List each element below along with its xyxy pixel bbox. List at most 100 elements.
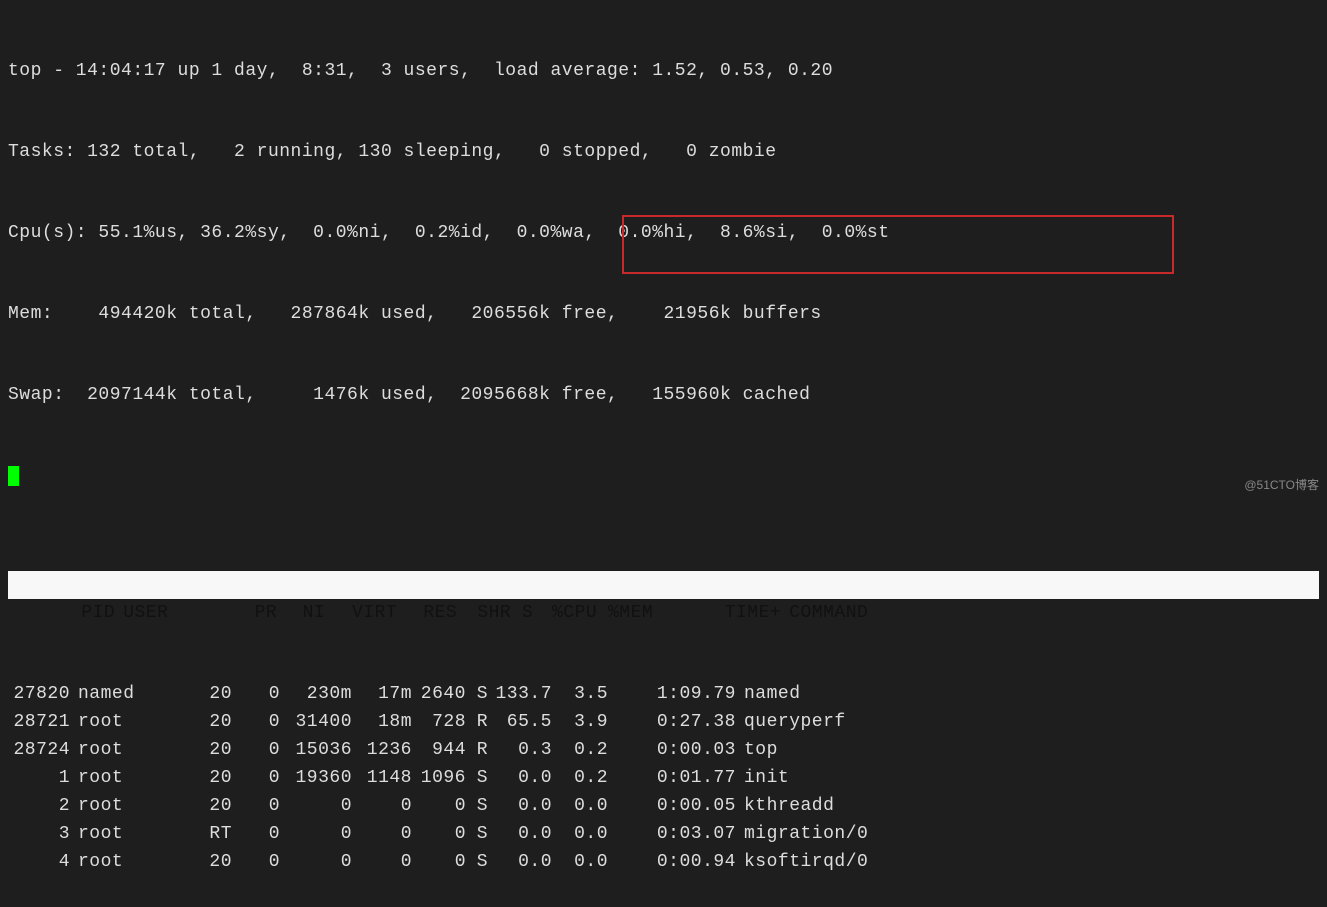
cell-shr: 944 (412, 736, 466, 764)
cell-virt: 0 (280, 848, 352, 876)
header-pr[interactable]: PR (235, 599, 277, 627)
summary-line-tasks: Tasks: 132 total, 2 running, 130 sleepin… (8, 139, 1319, 166)
cell-cmd: ksoftirqd/0 (736, 848, 868, 876)
cell-mem: 0.2 (552, 736, 608, 764)
cell-mem: 0.0 (552, 792, 608, 820)
cell-shr: 2640 (412, 680, 466, 708)
process-header-row[interactable]: PIDUSERPRNIVIRTRESSHRS%CPU%MEMTIME+COMMA… (8, 571, 1319, 599)
cell-res: 0 (352, 820, 412, 848)
cell-cpu: 0.3 (488, 736, 552, 764)
cell-s: S (466, 680, 488, 708)
header-pid[interactable]: PID (53, 599, 115, 627)
cell-user: root (70, 764, 190, 792)
cell-pr: 20 (190, 848, 232, 876)
cell-cpu: 133.7 (488, 680, 552, 708)
cell-time: 1:09.79 (608, 680, 736, 708)
cell-virt: 19360 (280, 764, 352, 792)
cell-pid: 2 (8, 792, 70, 820)
cell-virt: 230m (280, 680, 352, 708)
cell-pr: RT (190, 820, 232, 848)
cell-res: 0 (352, 792, 412, 820)
cell-user: root (70, 792, 190, 820)
header-user[interactable]: USER (115, 599, 235, 627)
header-shr[interactable]: SHR (457, 599, 511, 627)
cell-pid: 28721 (8, 708, 70, 736)
header-command[interactable]: COMMAND (781, 599, 868, 627)
cell-res: 0 (352, 848, 412, 876)
cell-time: 0:00.03 (608, 736, 736, 764)
cell-res: 17m (352, 680, 412, 708)
header-s[interactable]: S (511, 599, 533, 627)
header-time[interactable]: TIME+ (653, 599, 781, 627)
cell-cmd: named (736, 680, 801, 708)
cell-time: 0:00.05 (608, 792, 736, 820)
summary-line-uptime: top - 14:04:17 up 1 day, 8:31, 3 users, … (8, 58, 1319, 85)
cell-s: S (466, 848, 488, 876)
cell-ni: 0 (232, 848, 280, 876)
table-row[interactable]: 27820named200230m17m2640S133.73.51:09.79… (8, 680, 1319, 708)
table-row[interactable]: 1root2001936011481096S0.00.20:01.77init (8, 764, 1319, 792)
cell-user: root (70, 736, 190, 764)
cell-ni: 0 (232, 736, 280, 764)
cell-user: named (70, 680, 190, 708)
table-row[interactable]: 28724root200150361236944R0.30.20:00.03to… (8, 736, 1319, 764)
cell-cpu: 65.5 (488, 708, 552, 736)
cell-ni: 0 (232, 764, 280, 792)
cell-pr: 20 (190, 708, 232, 736)
cell-user: root (70, 848, 190, 876)
cell-cpu: 0.0 (488, 764, 552, 792)
cell-cmd: top (736, 736, 778, 764)
cursor-line (8, 463, 1319, 490)
table-row[interactable]: 28721root2003140018m728R65.53.90:27.38qu… (8, 708, 1319, 736)
cell-res: 18m (352, 708, 412, 736)
cell-virt: 0 (280, 820, 352, 848)
table-row[interactable]: 4root200000S0.00.00:00.94ksoftirqd/0 (8, 848, 1319, 876)
cell-res: 1148 (352, 764, 412, 792)
cell-pid: 4 (8, 848, 70, 876)
cell-s: R (466, 708, 488, 736)
header-res[interactable]: RES (397, 599, 457, 627)
cell-cpu: 0.0 (488, 792, 552, 820)
table-row[interactable]: 2root200000S0.00.00:00.05kthreadd (8, 792, 1319, 820)
cell-pr: 20 (190, 764, 232, 792)
cell-pr: 20 (190, 680, 232, 708)
header-mem[interactable]: %MEM (597, 599, 653, 627)
cell-time: 0:03.07 (608, 820, 736, 848)
cell-ni: 0 (232, 792, 280, 820)
header-ni[interactable]: NI (277, 599, 325, 627)
header-cpu[interactable]: %CPU (533, 599, 597, 627)
cell-user: root (70, 820, 190, 848)
terminal[interactable]: top - 14:04:17 up 1 day, 8:31, 3 users, … (0, 0, 1327, 907)
cell-shr: 728 (412, 708, 466, 736)
summary-line-cpu: Cpu(s): 55.1%us, 36.2%sy, 0.0%ni, 0.2%id… (8, 220, 1319, 247)
summary-line-mem: Mem: 494420k total, 287864k used, 206556… (8, 301, 1319, 328)
cell-s: S (466, 764, 488, 792)
cell-shr: 1096 (412, 764, 466, 792)
watermark-text: @51CTO博客 (1244, 476, 1319, 494)
cell-pid: 27820 (8, 680, 70, 708)
cell-shr: 0 (412, 792, 466, 820)
cell-mem: 3.9 (552, 708, 608, 736)
cell-pr: 20 (190, 792, 232, 820)
cell-virt: 0 (280, 792, 352, 820)
cell-s: R (466, 736, 488, 764)
cell-cpu: 0.0 (488, 820, 552, 848)
cell-virt: 31400 (280, 708, 352, 736)
cell-s: S (466, 792, 488, 820)
table-row[interactable]: 3rootRT0000S0.00.00:03.07migration/0 (8, 820, 1319, 848)
summary-line-swap: Swap: 2097144k total, 1476k used, 209566… (8, 382, 1319, 409)
cell-ni: 0 (232, 708, 280, 736)
cell-cmd: queryperf (736, 708, 846, 736)
cell-res: 1236 (352, 736, 412, 764)
cell-cpu: 0.0 (488, 848, 552, 876)
cursor-icon (8, 466, 19, 486)
header-virt[interactable]: VIRT (325, 599, 397, 627)
cell-time: 0:01.77 (608, 764, 736, 792)
cell-user: root (70, 708, 190, 736)
cell-shr: 0 (412, 848, 466, 876)
cell-time: 0:27.38 (608, 708, 736, 736)
cell-pid: 28724 (8, 736, 70, 764)
cell-s: S (466, 820, 488, 848)
cell-pid: 1 (8, 764, 70, 792)
cell-ni: 0 (232, 820, 280, 848)
